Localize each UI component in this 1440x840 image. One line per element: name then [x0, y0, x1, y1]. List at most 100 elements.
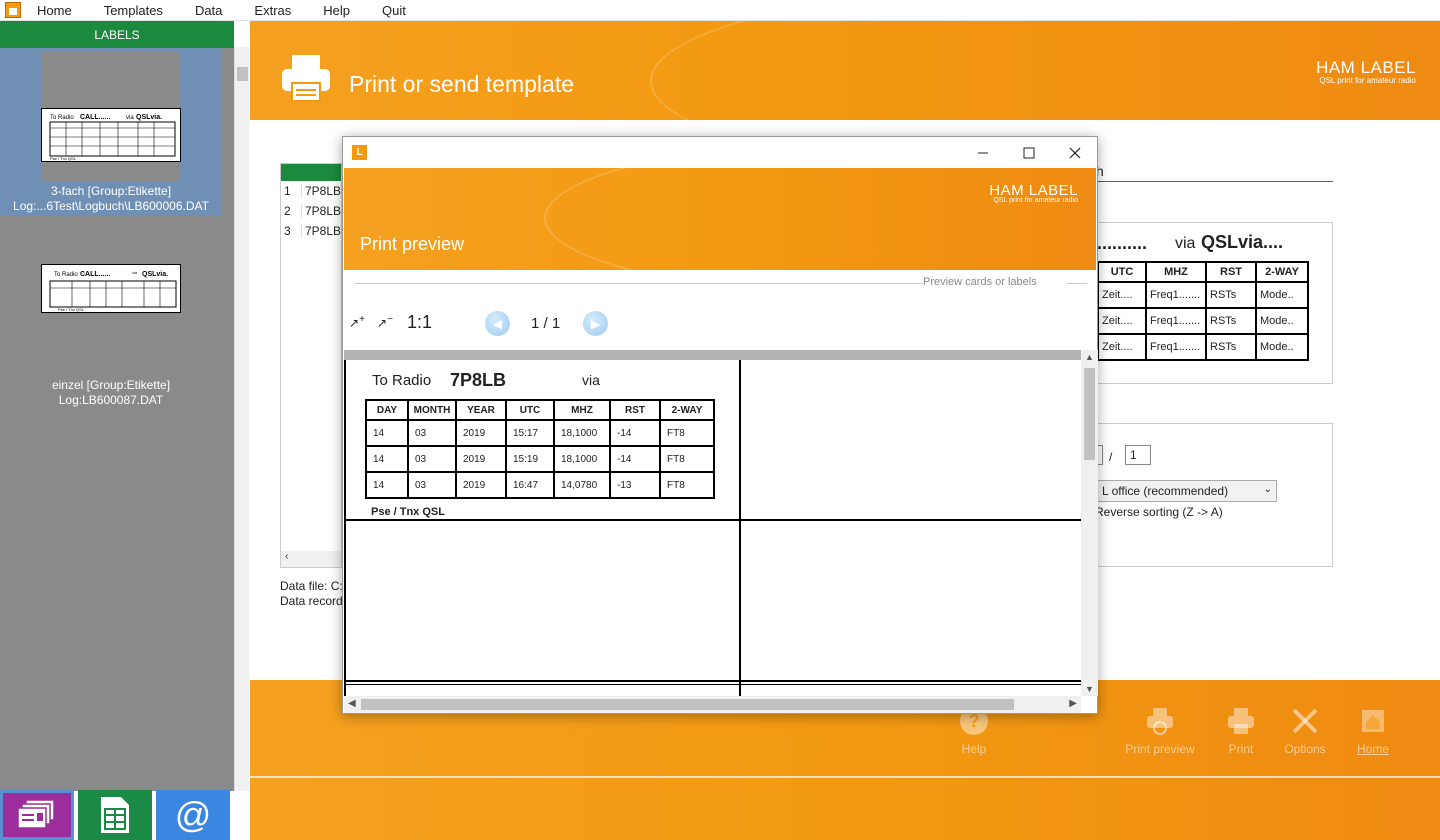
prev-page-button[interactable]: ◀ [485, 311, 510, 336]
table-cell: -14 [609, 445, 661, 473]
tile-email[interactable]: @ [156, 790, 230, 840]
table-cell: 18,1000 [553, 445, 611, 473]
menu-templates[interactable]: Templates [95, 3, 172, 18]
home-label: Home [1356, 742, 1389, 756]
page-indicator: 1 / 1 [531, 315, 561, 332]
menu-home[interactable]: Home [28, 3, 81, 18]
print-preview-button[interactable]: Print preview [1122, 706, 1198, 756]
preview-qslvia: QSLvia.... [1201, 232, 1284, 252]
table-cell: FT8 [659, 471, 715, 499]
svg-text:via: via [126, 115, 134, 121]
svg-text:To Radio: To Radio [50, 115, 74, 121]
home-button[interactable]: Home [1335, 706, 1411, 756]
minimize-icon [978, 152, 988, 153]
preview-hscrollbar[interactable]: ◀ ▶ [344, 696, 1081, 713]
table-row[interactable]: 2 7P8LB [281, 201, 341, 221]
preview-vscrollbar[interactable]: ▲ ▼ [1081, 350, 1098, 696]
scrollbar-thumb[interactable] [1084, 368, 1095, 460]
help-label: Help [961, 742, 987, 756]
scroll-left-icon[interactable]: ◀ [348, 698, 356, 709]
label-divider-horizontal [344, 519, 1083, 521]
menu-help[interactable]: Help [314, 3, 359, 18]
card-footer: Pse / Tnx QSL [371, 506, 445, 518]
grid-hscrollbar[interactable]: ‹ [281, 551, 341, 567]
table-row[interactable]: 3 7P8LB [281, 221, 341, 241]
scroll-right-icon[interactable]: ▶ [1069, 698, 1077, 709]
table-row: 14 03 2019 15:17 18,1000 -14 FT8 [365, 419, 715, 447]
card-callsign: 7P8LB [450, 370, 507, 390]
column-header: MONTH [407, 399, 457, 421]
arrow-left-icon: ◀ [492, 316, 503, 331]
table-row: 14 03 2019 15:19 18,1000 -14 FT8 [365, 445, 715, 473]
table-cell: -13 [609, 471, 661, 499]
printer-icon [1226, 706, 1256, 736]
print-options-panel: / 1 L office (recommended) ⌄ Reverse sor… [1095, 423, 1333, 567]
row-number: 2 [281, 204, 302, 218]
table-row[interactable]: 1 7P8LB [281, 181, 341, 201]
preview-sheet: To Radio 7P8LB via DAY MONTH YEAR UTC MH… [344, 350, 1083, 696]
menu-quit[interactable]: Quit [373, 3, 415, 18]
column-header: 2-WAY [659, 399, 715, 421]
table-cell: 16:47 [505, 471, 555, 499]
data-records-label: Data record [280, 594, 343, 608]
scrollbar-thumb[interactable] [361, 699, 1014, 710]
row-number: 1 [281, 184, 302, 198]
tile-labels[interactable] [0, 790, 74, 840]
separator-line [355, 283, 923, 284]
maximize-button[interactable] [1006, 137, 1052, 168]
tile-data[interactable] [78, 790, 152, 840]
dialog-title: Print preview [360, 234, 465, 254]
table-cell: Freq1....... [1145, 307, 1207, 335]
dialog-subtitle: Preview cards or labels [923, 276, 1037, 288]
zoom-in-button[interactable]: ↗+ [349, 314, 365, 330]
column-header: RST [609, 399, 661, 421]
reverse-sort-label[interactable]: Reverse sorting (Z -> A) [1095, 505, 1223, 519]
dialog-titlebar[interactable]: L [343, 137, 1097, 168]
print-mode-select[interactable]: L office (recommended) ⌄ [1097, 480, 1277, 502]
sheet-top-margin [344, 350, 1083, 360]
table-cell: 14 [365, 445, 409, 473]
table-cell: 14,0780 [553, 471, 611, 499]
template-caption-name: 3-fach [Group:Etikette] [50, 184, 172, 198]
zoom-out-button[interactable]: ↗− [377, 314, 393, 330]
page-title: Print or send template [349, 71, 575, 97]
sidebar-scrollbar[interactable] [234, 47, 249, 791]
print-mode-value: L office (recommended) [1102, 484, 1229, 498]
minimize-button[interactable] [960, 137, 1006, 168]
app-logo-icon: L [352, 145, 367, 160]
magnifier-icon: ↗ [377, 316, 388, 330]
table-cell: Zeit.... [1097, 333, 1147, 361]
scroll-down-icon[interactable]: ▼ [1085, 684, 1094, 694]
scroll-left-icon[interactable]: ‹ [285, 551, 288, 562]
column-header: 2-WAY [1255, 261, 1309, 283]
table-cell: 03 [407, 445, 457, 473]
menu-extras[interactable]: Extras [245, 3, 300, 18]
zoom-reset-button[interactable]: 1:1 [407, 312, 432, 333]
table-cell: 14 [365, 471, 409, 499]
printer-icon [282, 55, 330, 102]
brand-tagline: QSL print for amateur radio [993, 197, 1078, 204]
template-item-3fach[interactable]: To Radio CALL...... via QSLvia. Pse / Tn… [0, 48, 222, 216]
template-caption-name: einzel [Group:Etikette] [51, 378, 171, 392]
next-page-button[interactable]: ▶ [583, 311, 608, 336]
table-cell: Mode.. [1255, 307, 1309, 335]
search-underline [1096, 181, 1333, 182]
table-cell: Mode.. [1255, 281, 1309, 309]
table-cell: FT8 [659, 445, 715, 473]
close-button[interactable] [1052, 137, 1098, 168]
preview-callsign-dots: .......... [1097, 233, 1148, 253]
scroll-up-icon[interactable]: ▲ [1085, 352, 1094, 362]
home-app-icon[interactable] [5, 2, 21, 18]
options-button[interactable]: Options [1267, 706, 1343, 756]
menu-data[interactable]: Data [186, 3, 231, 18]
copies-input[interactable]: 1 [1125, 445, 1151, 465]
table-cell: Zeit.... [1097, 281, 1147, 309]
table-cell: FT8 [659, 419, 715, 447]
template-thumbnail: To Radio CALL...... via QSLvia. Pse / Tn… [41, 264, 181, 313]
column-header: MHZ [553, 399, 611, 421]
scrollbar-thumb[interactable] [237, 67, 248, 81]
table-cell: 18,1000 [553, 419, 611, 447]
labels-header: LABELS [0, 21, 234, 48]
template-item-einzel[interactable]: To Radio CALL...... via QSLvia. Pse / Tn… [0, 261, 222, 407]
maximize-icon [1023, 147, 1035, 158]
